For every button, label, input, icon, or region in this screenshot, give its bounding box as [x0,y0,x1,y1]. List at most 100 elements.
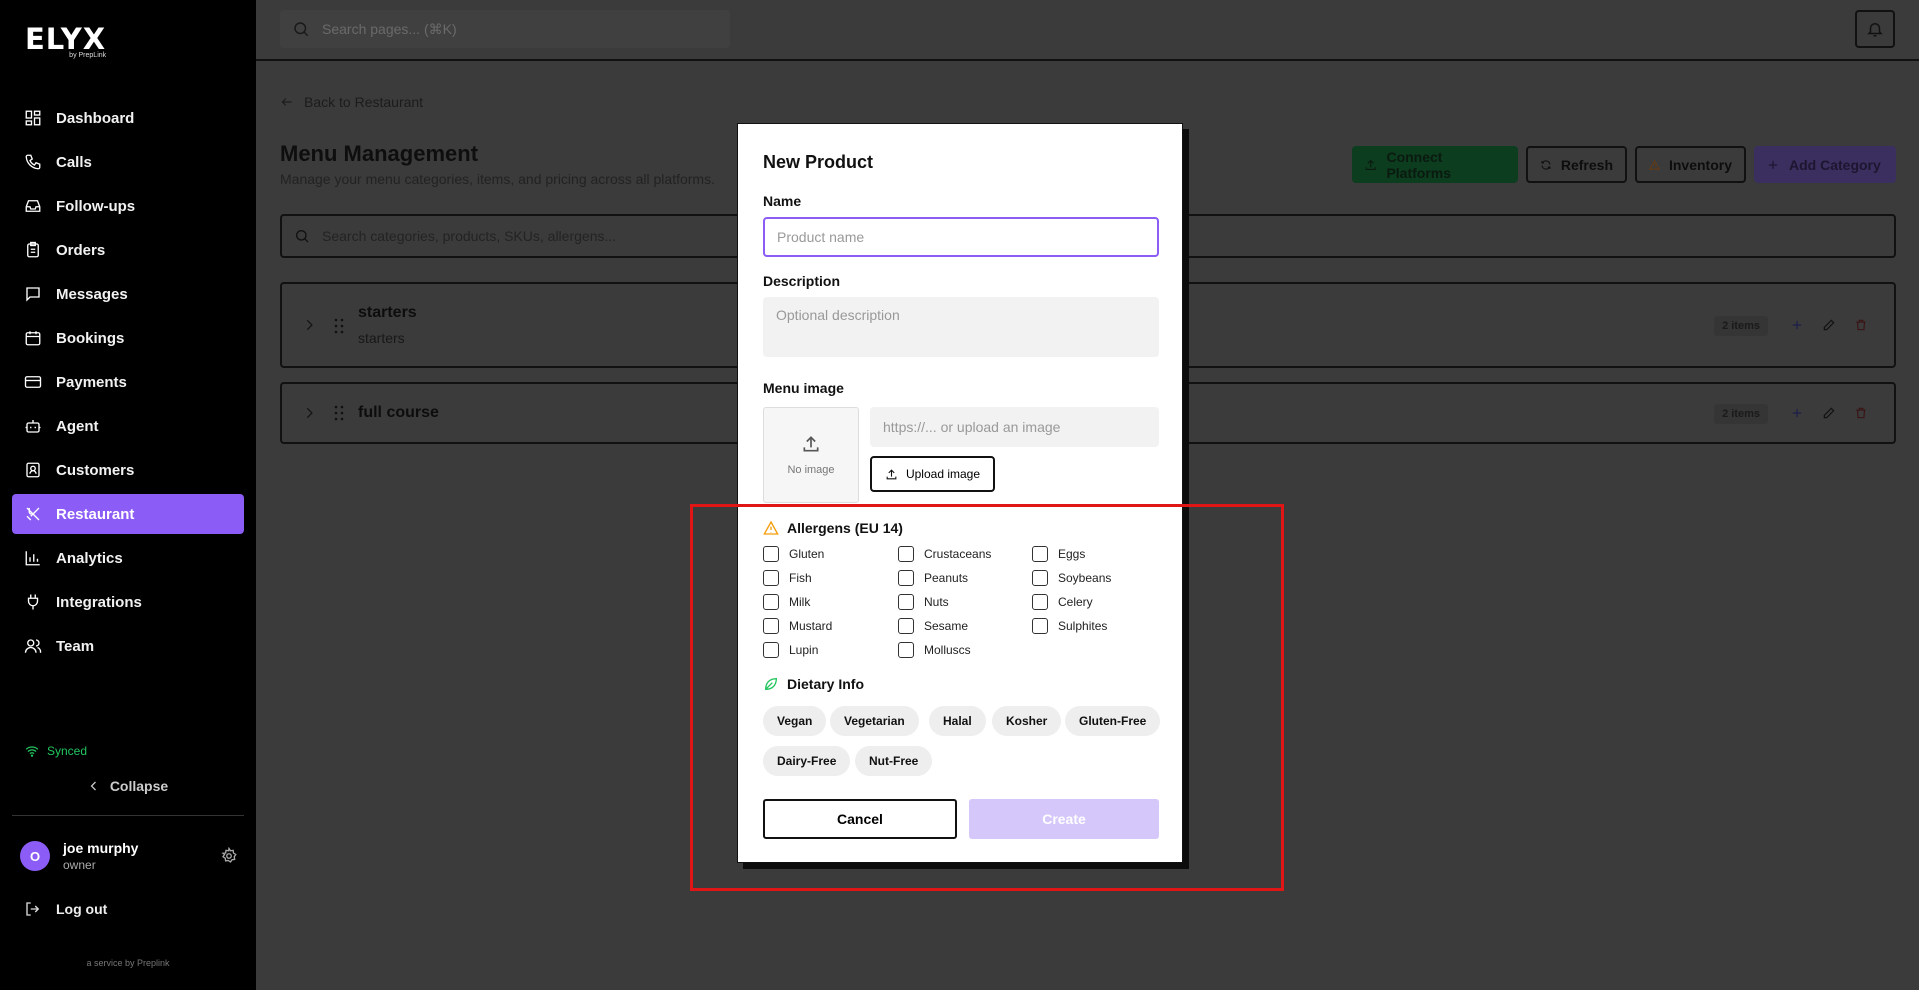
checkbox[interactable] [1032,594,1048,610]
service-footer: a service by Preplink [86,958,170,968]
allergens-heading: Allergens (EU 14) [763,520,903,536]
sidebar-item-customers[interactable]: Customers [12,450,244,490]
checkbox[interactable] [898,618,914,634]
inventory-button[interactable]: Inventory [1635,146,1746,183]
pencil-icon[interactable] [1822,406,1836,420]
checkbox[interactable] [763,570,779,586]
allergen-eggs[interactable]: Eggs [1032,546,1085,562]
sidebar-item-restaurant[interactable]: Restaurant [12,494,244,534]
category-name: full course [358,404,439,421]
image-url-input[interactable] [870,407,1159,447]
description-input[interactable] [763,297,1159,357]
logout-label: Log out [56,901,108,917]
allergen-label: Sesame [924,619,969,633]
item-count-badge: 2 items [1714,404,1768,424]
menu-image-label: Menu image [763,380,844,396]
checkbox[interactable] [1032,546,1048,562]
sidebar-item-integrations[interactable]: Integrations [12,582,244,622]
checkbox[interactable] [763,546,779,562]
checkbox[interactable] [898,546,914,562]
avatar: O [20,841,50,871]
sidebar-item-agent[interactable]: Agent [12,406,244,446]
allergen-celery[interactable]: Celery [1032,594,1093,610]
upload-image-button[interactable]: Upload image [870,456,995,492]
collapse-button[interactable]: Collapse [0,778,256,794]
pencil-icon[interactable] [1822,318,1836,332]
connect-platforms-label: Connect Platforms [1386,148,1452,181]
sidebar-item-bookings[interactable]: Bookings [12,318,244,358]
sidebar-item-team[interactable]: Team [12,626,244,666]
sidebar-item-orders[interactable]: Orders [12,230,244,270]
allergen-nuts[interactable]: Nuts [898,594,949,610]
checkbox[interactable] [1032,570,1048,586]
trash-icon[interactable] [1854,318,1868,332]
dietary-heading: Dietary Info [763,676,864,692]
allergen-milk[interactable]: Milk [763,594,810,610]
sidebar-item-label: Analytics [56,549,123,567]
allergen-gluten[interactable]: Gluten [763,546,824,562]
drag-handle-icon[interactable] [334,405,344,421]
sidebar-item-dashboard[interactable]: Dashboard [12,98,244,138]
dietary-chip-vegetarian[interactable]: Vegetarian [830,706,919,736]
sidebar-item-payments[interactable]: Payments [12,362,244,402]
dialog-title: New Product [763,152,874,172]
allergen-peanuts[interactable]: Peanuts [898,570,968,586]
plus-icon[interactable] [1790,406,1804,420]
product-name-input[interactable] [763,217,1159,257]
checkbox[interactable] [763,618,779,634]
logo[interactable]: ELYX by PrepLink [25,24,106,59]
sidebar-item-label: Integrations [56,593,142,611]
create-button[interactable]: Create [969,799,1159,839]
allergen-molluscs[interactable]: Molluscs [898,642,971,658]
notifications-button[interactable] [1855,10,1895,48]
bell-icon [1867,23,1883,37]
dietary-chip-gluten-free[interactable]: Gluten-Free [1065,706,1161,736]
allergen-sulphites[interactable]: Sulphites [1032,618,1107,634]
allergen-label: Eggs [1058,547,1086,561]
logout-button[interactable]: Log out [24,900,107,918]
clipboard-icon [27,241,39,258]
drag-handle-icon[interactable] [334,318,344,334]
no-image-label: No image [787,464,835,476]
allergen-sesame[interactable]: Sesame [898,618,968,634]
cancel-button[interactable]: Cancel [763,799,957,839]
chevron-right-icon[interactable] [302,318,316,332]
checkbox[interactable] [898,594,914,610]
allergen-fish[interactable]: Fish [763,570,812,586]
sidebar-item-calls[interactable]: Calls [12,142,244,182]
upload-icon [886,468,897,479]
allergen-label: Lupin [789,643,819,657]
dietary-chip-nut-free[interactable]: Nut-Free [855,746,933,776]
checkbox[interactable] [1032,618,1048,634]
page-search[interactable]: Search pages... (⌘K) [280,10,730,48]
allergen-crustaceans[interactable]: Crustaceans [898,546,991,562]
checkbox[interactable] [898,642,914,658]
plus-icon[interactable] [1790,318,1804,332]
back-link[interactable]: Back to Restaurant [280,94,423,110]
chevron-right-icon[interactable] [302,406,316,420]
checkbox[interactable] [763,642,779,658]
sidebar-item-messages[interactable]: Messages [12,274,244,314]
gear-icon[interactable] [220,847,238,865]
connect-platforms-button[interactable]: Connect Platforms [1352,146,1518,183]
refresh-label: Refresh [1560,156,1613,173]
trash-icon[interactable] [1854,406,1868,420]
sync-status-label: Synced [47,744,88,758]
allergen-soybeans[interactable]: Soybeans [1032,570,1111,586]
top-bar: Search pages... (⌘K) [256,0,1919,61]
checkbox[interactable] [898,570,914,586]
dietary-chip-halal[interactable]: Halal [929,706,986,736]
checkbox[interactable] [763,594,779,610]
refresh-button[interactable]: Refresh [1526,146,1627,183]
allergen-label: Crustaceans [924,547,992,561]
image-preview[interactable]: No image [763,407,859,503]
add-category-button[interactable]: Add Category [1754,146,1896,183]
sidebar-item-analytics[interactable]: Analytics [12,538,244,578]
allergen-lupin[interactable]: Lupin [763,642,818,658]
sidebar-item-follow-ups[interactable]: Follow-ups [12,186,244,226]
dietary-chip-vegan[interactable]: Vegan [763,706,827,736]
dietary-chip-dairy-free[interactable]: Dairy-Free [763,746,851,776]
allergen-mustard[interactable]: Mustard [763,618,832,634]
user-profile[interactable]: O joe murphy owner [20,840,238,872]
dietary-chip-kosher[interactable]: Kosher [992,706,1062,736]
